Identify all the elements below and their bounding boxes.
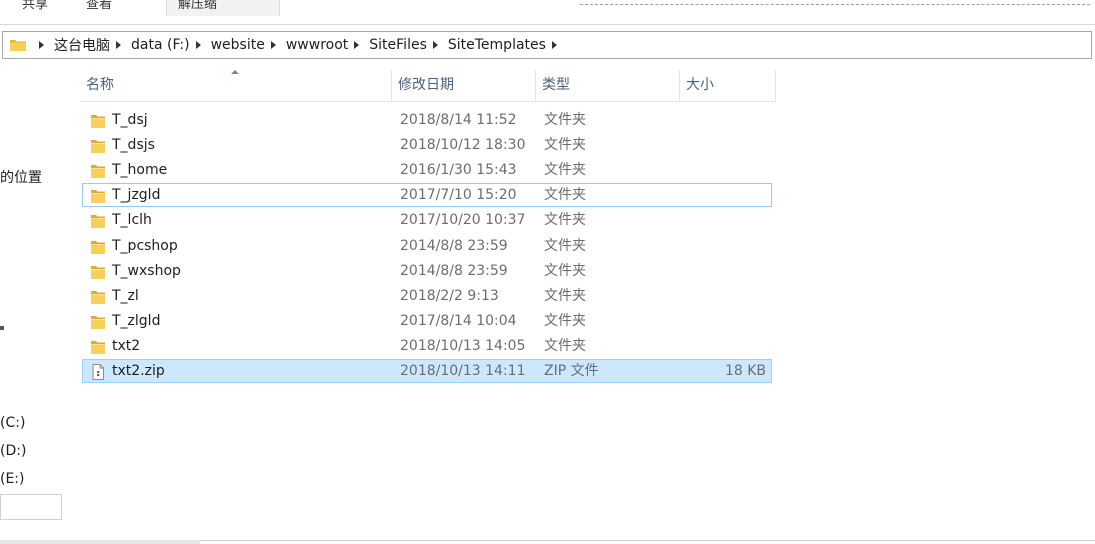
file-date-modified: 2014/8/8 23:59 (400, 237, 508, 254)
column-header-date[interactable]: 修改日期 (392, 70, 536, 101)
nav-item-drive-e[interactable]: (E:) (0, 471, 25, 487)
chevron-right-icon[interactable] (270, 41, 276, 49)
chevron-right-icon[interactable] (551, 41, 557, 49)
column-header-size-label: 大小 (686, 77, 714, 93)
file-type: 文件夹 (544, 287, 586, 304)
file-type: 文件夹 (544, 137, 586, 154)
file-name: T_dsjs (112, 137, 155, 154)
tab-extract[interactable]: 解压缩 (166, 0, 280, 16)
file-name: T_zlgld (112, 312, 161, 329)
ribbon-divider (580, 4, 1090, 5)
file-type: 文件夹 (544, 162, 586, 179)
breadcrumb-sitetemplates[interactable]: SiteTemplates (448, 37, 546, 53)
ribbon-tabs: 共享 查看 解压缩 (0, 0, 1095, 25)
file-row[interactable]: T_dsj 2018/8/14 11:52 文件夹 (82, 108, 772, 132)
nav-item-input[interactable] (0, 494, 62, 520)
column-header-type-label: 类型 (542, 77, 570, 93)
nav-item-drive-d[interactable]: (D:) (0, 443, 26, 459)
column-headers: 名称 修改日期 类型 大小 (80, 70, 776, 102)
file-type: ZIP 文件 (544, 363, 599, 379)
file-type: 文件夹 (544, 312, 586, 329)
tab-extract-label: 解压缩 (178, 0, 218, 12)
sort-ascending-icon (231, 70, 239, 74)
file-date-modified: 2017/10/20 10:37 (400, 212, 526, 229)
file-type: 文件夹 (544, 112, 586, 128)
column-header-name-label: 名称 (86, 77, 114, 93)
nav-marker (0, 326, 4, 330)
file-name: T_lclh (112, 212, 152, 229)
file-row[interactable]: T_wxshop 2014/8/8 23:59 文件夹 (82, 259, 772, 283)
file-row[interactable]: T_zlgld 2017/8/14 10:04 文件夹 (82, 309, 772, 333)
file-type: 文件夹 (544, 337, 586, 354)
file-name: T_home (112, 162, 168, 179)
breadcrumb: 这台电脑 data (F:) website wwwroot SiteFiles… (33, 32, 567, 58)
column-header-size[interactable]: 大小 (680, 70, 776, 101)
column-header-name[interactable]: 名称 (80, 70, 392, 101)
breadcrumb-website[interactable]: website (211, 37, 265, 53)
file-name: T_zl (112, 287, 139, 304)
file-date-modified: 2018/10/13 14:05 (400, 337, 526, 354)
column-header-type[interactable]: 类型 (536, 70, 680, 101)
file-date-modified: 2018/10/13 14:11 (400, 363, 526, 379)
folder-icon (91, 115, 105, 128)
folder-icon (91, 315, 105, 329)
folder-icon (91, 265, 105, 279)
breadcrumb-this-pc[interactable]: 这台电脑 (54, 35, 110, 55)
file-date-modified: 2018/10/12 18:30 (400, 137, 526, 154)
file-type: 文件夹 (544, 212, 586, 229)
file-date-modified: 2017/8/14 10:04 (400, 312, 517, 329)
file-row[interactable]: T_dsjs 2018/10/12 18:30 文件夹 (82, 133, 772, 157)
chevron-right-icon[interactable] (354, 41, 360, 49)
file-type: 文件夹 (544, 262, 586, 279)
file-name: txt2 (112, 337, 141, 354)
file-name: T_pcshop (112, 237, 178, 254)
file-row[interactable]: txt2 2018/10/13 14:05 文件夹 (82, 334, 772, 358)
file-type: 文件夹 (544, 187, 586, 204)
folder-icon (91, 140, 105, 154)
file-row[interactable]: T_zl 2018/2/2 9:13 文件夹 (82, 284, 772, 308)
file-row[interactable]: txt2.zip 2018/10/13 14:11 ZIP 文件 18 KB (82, 359, 772, 383)
zip-file-icon (92, 364, 104, 380)
folder-icon (91, 190, 105, 204)
file-date-modified: 2018/8/14 11:52 (400, 112, 517, 128)
file-date-modified: 2018/2/2 9:13 (400, 287, 499, 304)
file-name: T_jzgld (112, 187, 161, 204)
breadcrumb-wwwroot[interactable]: wwwroot (286, 37, 348, 53)
folder-icon (91, 215, 105, 229)
breadcrumb-data-drive[interactable]: data (F:) (131, 37, 190, 53)
folder-icon (91, 340, 105, 354)
nav-item-recent-locations[interactable]: 的位置 (0, 167, 42, 187)
folder-icon (91, 165, 105, 179)
column-header-date-label: 修改日期 (398, 77, 454, 93)
file-date-modified: 2014/8/8 23:59 (400, 262, 508, 279)
nav-item-drive-c[interactable]: (C:) (0, 415, 25, 431)
file-row[interactable]: T_jzgld 2017/7/10 15:20 文件夹 (82, 183, 772, 208)
breadcrumb-sitefiles[interactable]: SiteFiles (369, 37, 427, 53)
chevron-right-icon[interactable] (116, 41, 121, 49)
horizontal-scrollbar[interactable] (0, 540, 200, 544)
file-row[interactable]: T_lclh 2017/10/20 10:37 文件夹 (82, 208, 772, 232)
file-type: 文件夹 (544, 237, 586, 254)
file-date-modified: 2016/1/30 15:43 (400, 162, 517, 179)
tab-share[interactable]: 共享 (16, 0, 54, 16)
folder-icon (10, 40, 26, 51)
file-date-modified: 2017/7/10 15:20 (400, 187, 517, 204)
folder-icon (91, 290, 105, 304)
navigation-pane: 的位置 (C:) (D:) (E:) (0, 60, 70, 544)
chevron-right-icon[interactable] (195, 41, 201, 49)
address-bar[interactable]: 这台电脑 data (F:) website wwwroot SiteFiles… (2, 31, 1092, 59)
file-size: 18 KB (724, 363, 766, 379)
file-name: txt2.zip (112, 363, 165, 379)
file-row[interactable]: T_home 2016/1/30 15:43 文件夹 (82, 158, 772, 182)
chevron-right-icon[interactable] (39, 41, 44, 49)
file-name: T_dsj (112, 112, 148, 128)
folder-icon (91, 240, 105, 254)
file-row[interactable]: T_pcshop 2014/8/8 23:59 文件夹 (82, 234, 772, 258)
chevron-right-icon[interactable] (432, 41, 438, 49)
file-name: T_wxshop (112, 262, 181, 279)
tab-view[interactable]: 查看 (80, 0, 118, 16)
